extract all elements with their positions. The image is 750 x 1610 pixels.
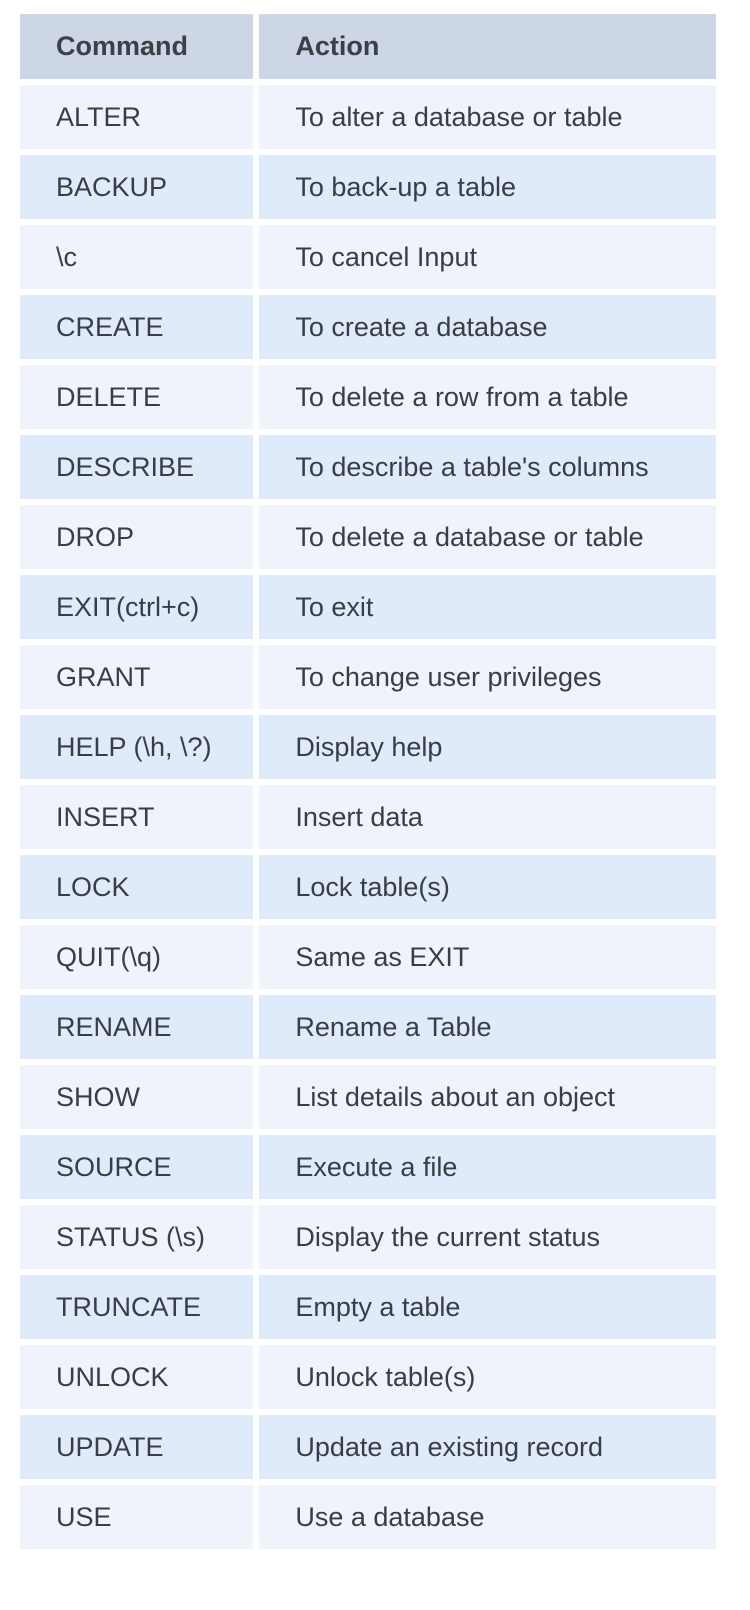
command-cell: USE	[20, 1485, 254, 1549]
action-cell: To alter a database or table	[259, 85, 716, 149]
table-row: \c To cancel Input	[20, 225, 716, 289]
action-cell: List details about an object	[259, 1065, 716, 1129]
command-cell: DROP	[20, 505, 254, 569]
command-cell: CREATE	[20, 295, 254, 359]
table-row: SOURCE Execute a file	[20, 1135, 716, 1199]
table-row: SHOW List details about an object	[20, 1065, 716, 1129]
commands-table: Command Action ALTER To alter a database …	[14, 8, 722, 1555]
table-body: ALTER To alter a database or table BACKUP T…	[20, 85, 716, 1549]
action-cell: Same as EXIT	[259, 925, 716, 989]
table-row: INSERT Insert data	[20, 785, 716, 849]
table-row: TRUNCATE Empty a table	[20, 1275, 716, 1339]
action-cell: Update an existing record	[259, 1415, 716, 1479]
action-cell: To delete a row from a table	[259, 365, 716, 429]
table-row: UNLOCK Unlock table(s)	[20, 1345, 716, 1409]
table-row: DELETE To delete a row from a table	[20, 365, 716, 429]
table-row: CREATE To create a database	[20, 295, 716, 359]
action-cell: Rename a Table	[259, 995, 716, 1059]
command-cell: SOURCE	[20, 1135, 254, 1199]
column-header-action: Action	[259, 14, 716, 79]
command-cell: DELETE	[20, 365, 254, 429]
table-row: UPDATE Update an existing record	[20, 1415, 716, 1479]
action-cell: To cancel Input	[259, 225, 716, 289]
command-cell: HELP (\h, \?)	[20, 715, 254, 779]
action-cell: To describe a table's columns	[259, 435, 716, 499]
command-cell: DESCRIBE	[20, 435, 254, 499]
table-row: STATUS (\s) Display the current status	[20, 1205, 716, 1269]
command-cell: RENAME	[20, 995, 254, 1059]
command-cell: ALTER	[20, 85, 254, 149]
action-cell: Execute a file	[259, 1135, 716, 1199]
table-row: HELP (\h, \?) Display help	[20, 715, 716, 779]
action-cell: Lock table(s)	[259, 855, 716, 919]
table-row: RENAME Rename a Table	[20, 995, 716, 1059]
action-cell: Insert data	[259, 785, 716, 849]
command-cell: GRANT	[20, 645, 254, 709]
table-row: GRANT To change user privileges	[20, 645, 716, 709]
command-cell: INSERT	[20, 785, 254, 849]
commands-table-container: Command Action ALTER To alter a database …	[20, 14, 716, 1549]
action-cell: To back-up a table	[259, 155, 716, 219]
action-cell: Unlock table(s)	[259, 1345, 716, 1409]
action-cell: Use a database	[259, 1485, 716, 1549]
command-cell: UNLOCK	[20, 1345, 254, 1409]
table-row: LOCK Lock table(s)	[20, 855, 716, 919]
command-cell: UPDATE	[20, 1415, 254, 1479]
action-cell: To delete a database or table	[259, 505, 716, 569]
action-cell: To change user privileges	[259, 645, 716, 709]
table-header-row: Command Action	[20, 14, 716, 79]
command-cell: SHOW	[20, 1065, 254, 1129]
table-row: QUIT(\q) Same as EXIT	[20, 925, 716, 989]
action-cell: To exit	[259, 575, 716, 639]
table-row: EXIT(ctrl+c) To exit	[20, 575, 716, 639]
command-cell: BACKUP	[20, 155, 254, 219]
command-cell: TRUNCATE	[20, 1275, 254, 1339]
action-cell: To create a database	[259, 295, 716, 359]
action-cell: Display the current status	[259, 1205, 716, 1269]
table-row: DROP To delete a database or table	[20, 505, 716, 569]
action-cell: Display help	[259, 715, 716, 779]
command-cell: EXIT(ctrl+c)	[20, 575, 254, 639]
column-header-command: Command	[20, 14, 254, 79]
action-cell: Empty a table	[259, 1275, 716, 1339]
command-cell: STATUS (\s)	[20, 1205, 254, 1269]
command-cell: QUIT(\q)	[20, 925, 254, 989]
table-row: ALTER To alter a database or table	[20, 85, 716, 149]
table-row: DESCRIBE To describe a table's columns	[20, 435, 716, 499]
command-cell: LOCK	[20, 855, 254, 919]
table-row: USE Use a database	[20, 1485, 716, 1549]
table-row: BACKUP To back-up a table	[20, 155, 716, 219]
command-cell: \c	[20, 225, 254, 289]
